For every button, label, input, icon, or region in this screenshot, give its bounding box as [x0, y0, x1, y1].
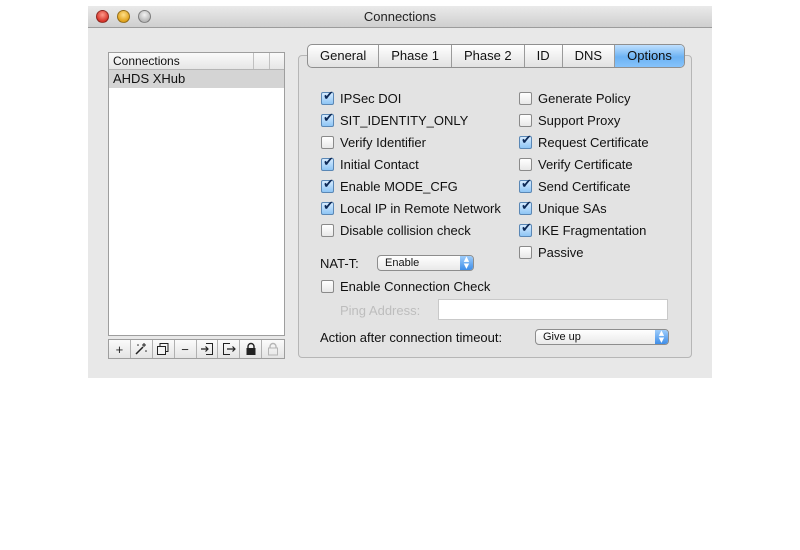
passive-checkbox[interactable]: Passive — [519, 245, 584, 260]
checkbox-label: Initial Contact — [340, 157, 419, 172]
disable-collision-check-checkbox[interactable]: Disable collision check — [321, 223, 471, 238]
plus-icon[interactable]: + — [109, 340, 131, 358]
checkbox-label: Verify Identifier — [340, 135, 426, 150]
duplicate-icon[interactable] — [153, 340, 175, 358]
local-ip-remote-network-checkbox[interactable]: Local IP in Remote Network — [321, 199, 501, 216]
checkbox-label: Local IP in Remote Network — [340, 201, 501, 216]
tab-phase-2[interactable]: Phase 2 — [452, 45, 525, 67]
checkbox-box[interactable] — [321, 224, 334, 237]
tab-options[interactable]: Options — [615, 45, 684, 67]
column-divider — [269, 53, 270, 69]
checkbox-box[interactable] — [321, 280, 334, 293]
checkbox-box[interactable] — [519, 114, 532, 127]
checkbox-box[interactable] — [519, 133, 532, 149]
checkbox-box[interactable] — [519, 92, 532, 105]
checkbox-label: IPSec DOI — [340, 91, 402, 106]
tab-bar: General Phase 1 Phase 2 ID DNS Options — [307, 44, 685, 68]
verify-certificate-checkbox[interactable]: Verify Certificate — [519, 157, 633, 172]
checkbox-label: Verify Certificate — [538, 157, 633, 172]
checkbox-label: Support Proxy — [538, 113, 621, 128]
checkbox-label: SIT_IDENTITY_ONLY — [340, 113, 469, 128]
export-icon[interactable] — [218, 340, 241, 358]
nat-t-select-value: Enable — [385, 257, 420, 269]
enable-mode-cfg-checkbox[interactable]: Enable MODE_CFG — [321, 177, 458, 194]
generate-policy-checkbox[interactable]: Generate Policy — [519, 91, 631, 106]
checkbox-box[interactable] — [321, 155, 334, 171]
magic-wand-icon[interactable] — [131, 340, 153, 358]
list-item[interactable]: AHDS XHub — [109, 70, 284, 88]
ipsec-doi-checkbox[interactable]: IPSec DOI — [321, 89, 402, 106]
minus-icon[interactable]: − — [175, 340, 197, 358]
checkbox-label: Unique SAs — [538, 201, 607, 216]
checkbox-box[interactable] — [321, 111, 334, 127]
checkbox-box[interactable] — [519, 246, 532, 259]
column-divider — [253, 53, 254, 69]
timeout-action-select-value: Give up — [543, 331, 581, 343]
checkbox-label: Enable MODE_CFG — [340, 179, 458, 194]
timeout-action-select[interactable]: Give up ▲ ▼ — [535, 329, 669, 345]
checkbox-box[interactable] — [321, 136, 334, 149]
title-bar[interactable]: Connections — [88, 6, 712, 28]
checkbox-box[interactable] — [321, 199, 334, 215]
checkbox-label: IKE Fragmentation — [538, 223, 647, 238]
checkbox-box[interactable] — [321, 89, 334, 105]
list-toolbar: + − — [108, 339, 285, 359]
chevron-up-down-icon: ▲ ▼ — [460, 256, 473, 270]
checkbox-box[interactable] — [321, 177, 334, 193]
unique-sas-checkbox[interactable]: Unique SAs — [519, 199, 607, 216]
tab-general[interactable]: General — [308, 45, 380, 67]
sit-identity-only-checkbox[interactable]: SIT_IDENTITY_ONLY — [321, 111, 469, 128]
lock-icon[interactable] — [240, 340, 263, 358]
checkbox-box[interactable] — [519, 221, 532, 237]
lock-disabled-icon — [262, 340, 284, 358]
checkbox-box[interactable] — [519, 158, 532, 171]
send-certificate-checkbox[interactable]: Send Certificate — [519, 177, 631, 194]
verify-identifier-checkbox[interactable]: Verify Identifier — [321, 135, 426, 150]
checkbox-box[interactable] — [519, 177, 532, 193]
chevron-up-down-icon: ▲ ▼ — [655, 330, 668, 344]
ping-address-label: Ping Address: — [340, 303, 421, 318]
import-icon[interactable] — [197, 340, 219, 358]
nat-t-select[interactable]: Enable ▲ ▼ — [377, 255, 474, 271]
tab-phase-1[interactable]: Phase 1 — [379, 45, 452, 67]
checkbox-box[interactable] — [519, 199, 532, 215]
checkbox-label: Request Certificate — [538, 135, 649, 150]
nat-t-label: NAT-T: — [320, 256, 359, 271]
support-proxy-checkbox[interactable]: Support Proxy — [519, 113, 620, 128]
initial-contact-checkbox[interactable]: Initial Contact — [321, 155, 419, 172]
window-title: Connections — [363, 9, 437, 24]
checkbox-label: Passive — [538, 245, 584, 260]
ike-fragmentation-checkbox[interactable]: IKE Fragmentation — [519, 221, 647, 238]
list-column-header[interactable]: Connections — [109, 53, 284, 70]
connections-window: Connections Connections AHDS XHub + − Ge… — [88, 6, 712, 378]
connections-list[interactable]: Connections AHDS XHub — [108, 52, 285, 336]
timeout-action-label: Action after connection timeout: — [320, 330, 503, 345]
tab-dns[interactable]: DNS — [563, 45, 616, 67]
enable-connection-check-checkbox[interactable]: Enable Connection Check — [321, 279, 490, 294]
tab-id[interactable]: ID — [525, 45, 563, 67]
ping-address-field[interactable] — [438, 299, 668, 320]
checkbox-label: Generate Policy — [538, 91, 631, 106]
checkbox-label: Send Certificate — [538, 179, 631, 194]
list-column-header-label: Connections — [113, 54, 180, 68]
checkbox-label: Disable collision check — [340, 223, 471, 238]
checkbox-label: Enable Connection Check — [340, 279, 491, 294]
request-certificate-checkbox[interactable]: Request Certificate — [519, 133, 649, 150]
